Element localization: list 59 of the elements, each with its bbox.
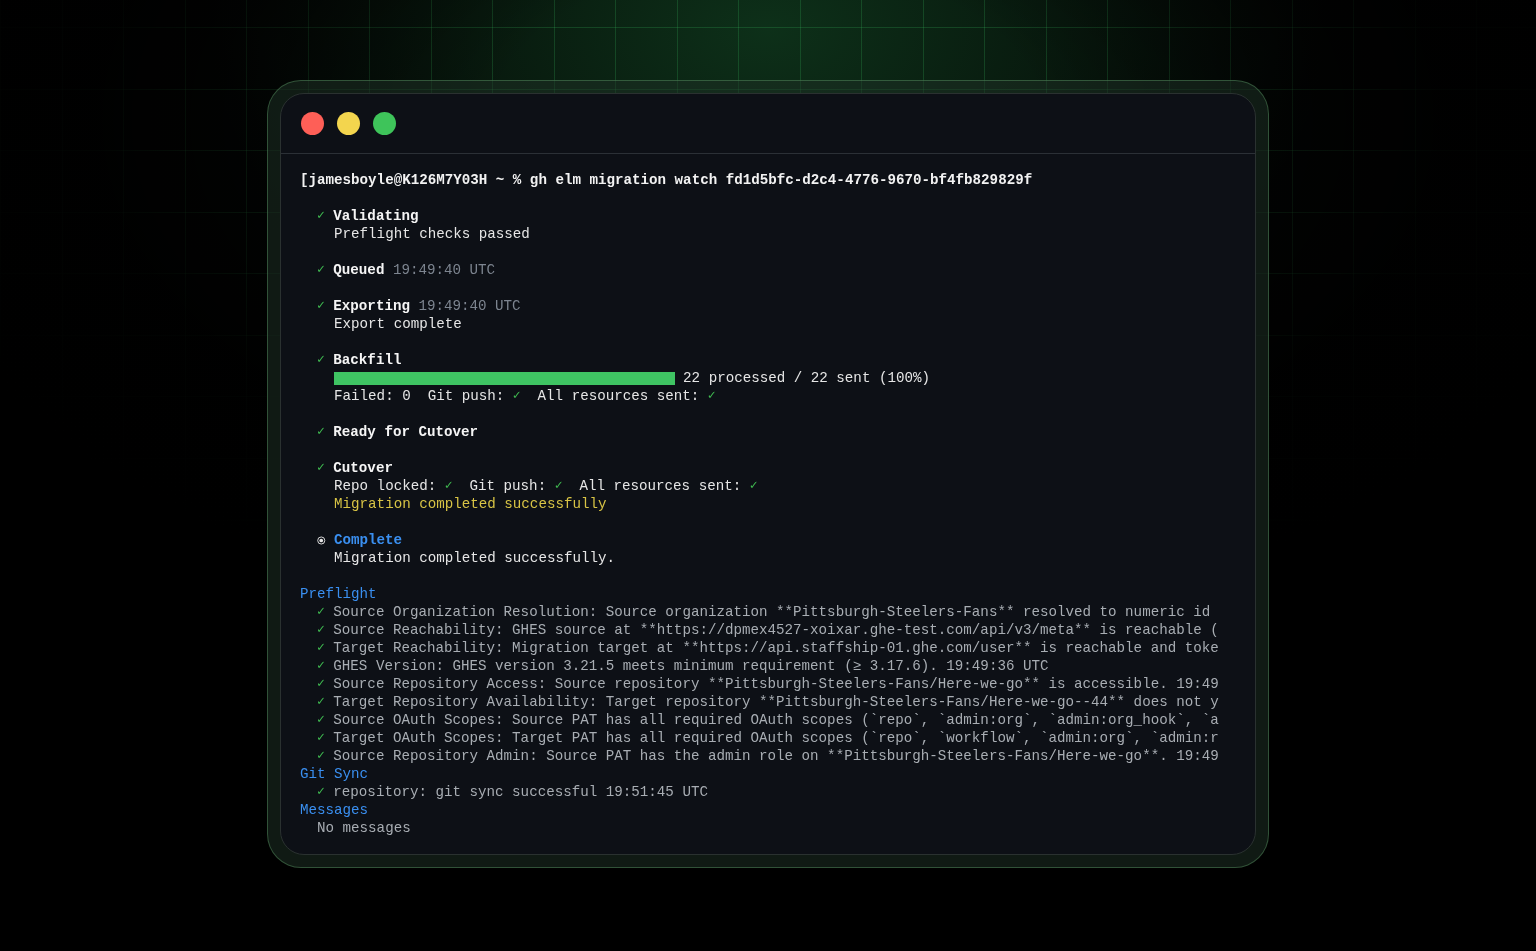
log-entry: Source Organization Resolution: Source organization **Pittsburgh-Steelers-Fans** resolved to numeric id (333, 603, 1211, 621)
progress-reading: 22 processed / 22 sent (100%) (683, 369, 930, 387)
step-time: 19:49:40 UTC (392, 261, 496, 279)
check-mark: ✓ (317, 297, 325, 315)
check-mark: ✓ (317, 423, 325, 441)
check-mark: ✓ (317, 783, 325, 801)
section-heading: Messages (300, 801, 369, 819)
success-message: Migration completed successfully (334, 495, 607, 513)
section-heading: Preflight (300, 585, 377, 603)
status-label: All resources sent: (537, 387, 700, 405)
step-detail: Export complete (334, 315, 462, 333)
command-line: [jamesboyle@K126M7Y03H ~ % gh elm migration watch fd1d5bfc-d2c4-4776-9670-bf4fb829829f (300, 171, 1033, 189)
minimize-button[interactable] (337, 112, 360, 135)
check-mark: ✓ (317, 711, 325, 729)
step-title: Cutover (333, 459, 393, 477)
check-mark: ✓ (317, 747, 325, 765)
step-detail: Preflight checks passed (334, 225, 530, 243)
step-title: Backfill (333, 351, 402, 369)
step-title: Validating (333, 207, 419, 225)
check-mark: ✓ (317, 261, 325, 279)
log-entry: Source Repository Access: Source repository **Pittsburgh-Steelers-Fans/Here-we-go** is accessible. 19:49 (333, 675, 1219, 693)
check-mark: ✓ (749, 477, 758, 495)
check-mark: ✓ (444, 477, 453, 495)
log-entry: No messages (317, 819, 411, 837)
check-mark: ✓ (317, 675, 325, 693)
step-title: Exporting (333, 297, 410, 315)
log-entry: Source Repository Admin: Source PAT has the admin role on **Pittsburgh-Steelers-Fans/Here-we-go**. 19:49 (333, 747, 1219, 765)
status-label: Git push: (427, 387, 505, 405)
check-mark: ✓ (512, 387, 521, 405)
check-mark: ✓ (317, 621, 325, 639)
log-entry: repository: git sync successful 19:51:45 UTC (333, 783, 708, 801)
step-detail: Migration completed successfully. (334, 549, 615, 567)
check-mark: ✓ (317, 603, 325, 621)
check-mark: ✓ (317, 459, 325, 477)
log-entry: Source Reachability: GHES source at **https://dpmex4527-xoixar.ghe-test.com/api/v3/meta** is reachable ( (333, 621, 1219, 639)
section-heading: Git Sync (300, 765, 369, 783)
step-title: Queued (333, 261, 385, 279)
check-mark: ✓ (317, 657, 325, 675)
check-mark: ✓ (707, 387, 716, 405)
check-mark: ✓ (317, 729, 325, 747)
log-entry: Target Repository Availability: Target repository **Pittsburgh-Steelers-Fans/Here-we-go--44** does not y (333, 693, 1219, 711)
zoom-button[interactable] (373, 112, 396, 135)
step-time: 19:49:40 UTC (418, 297, 521, 315)
check-mark: ✓ (317, 207, 325, 225)
step-title: Ready for Cutover (333, 423, 479, 441)
step-title: Complete (334, 531, 403, 549)
status-label: Git push: (469, 477, 547, 495)
close-button[interactable] (301, 112, 324, 135)
log-entry: GHES Version: GHES version 3.21.5 meets minimum requirement (≥ 3.17.6). 19:49:36 UTC (333, 657, 1049, 675)
check-mark: ✓ (317, 639, 325, 657)
check-mark: ✓ (554, 477, 563, 495)
log-entry: Target OAuth Scopes: Target PAT has all required OAuth scopes (`repo`, `workflow`, `admin:org`, `admin:r (333, 729, 1219, 747)
status-label: All resources sent: (579, 477, 742, 495)
log-entry: Source OAuth Scopes: Source PAT has all required OAuth scopes (`repo`, `admin:org`, `admin:org_hook`, `a (333, 711, 1219, 729)
status-label: Repo locked: (334, 477, 437, 495)
status-label: Failed: 0 (334, 387, 411, 405)
log-entry: Target Reachability: Migration target at **https://api.staffship-01.ghe.com/user** is reachable and toke (333, 639, 1219, 657)
check-mark: ✓ (317, 351, 325, 369)
check-mark: ✓ (317, 693, 325, 711)
